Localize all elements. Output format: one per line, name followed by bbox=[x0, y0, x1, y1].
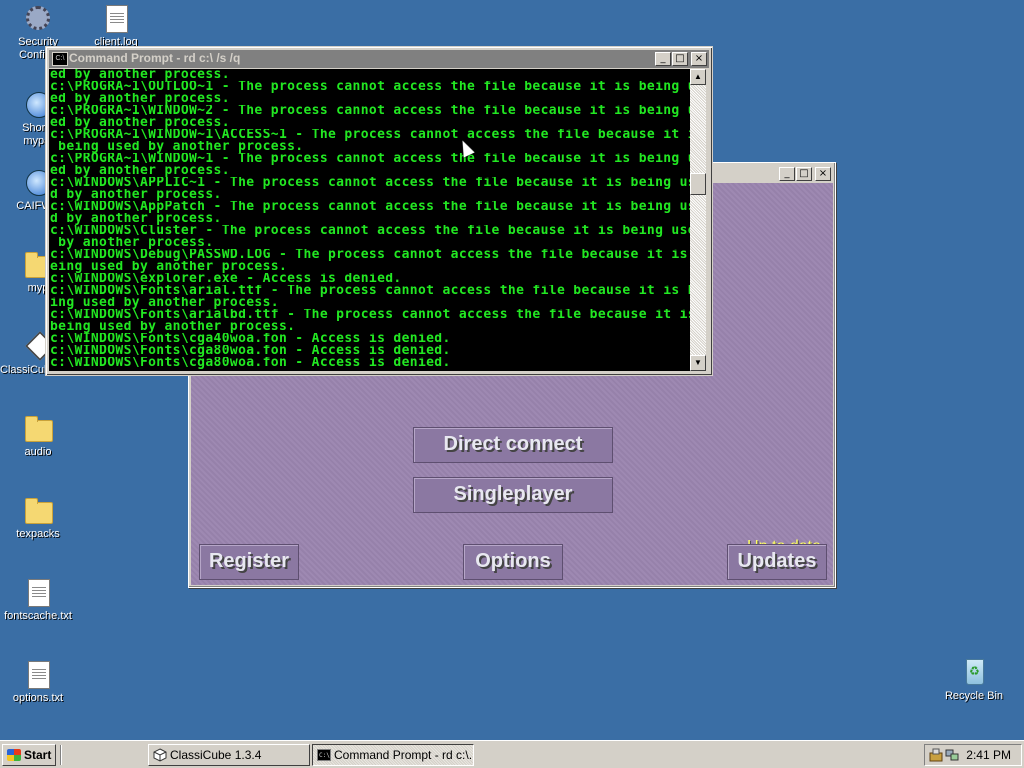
tray-network-icon[interactable] bbox=[945, 748, 959, 762]
doc-icon bbox=[22, 576, 54, 608]
clock[interactable]: 2:41 PM bbox=[966, 745, 1011, 765]
desktop-icon-label: audio bbox=[24, 446, 52, 458]
scroll-down-arrow-icon[interactable]: ▼ bbox=[690, 355, 706, 371]
tray-tools-icon[interactable] bbox=[929, 748, 943, 762]
fontscache-file-icon[interactable]: fontscache.txt bbox=[0, 576, 76, 623]
document-icon bbox=[100, 2, 132, 34]
singleplayer-button[interactable]: Singleplayer bbox=[413, 477, 613, 513]
audio-folder-icon[interactable]: audio bbox=[0, 412, 76, 459]
console-line: c:\PROGRA~1\WINDOW~2 - The process canno… bbox=[50, 105, 690, 117]
console-line: c:\WINDOWS\Cluster - The process cannot … bbox=[50, 225, 690, 237]
close-button[interactable]: × bbox=[691, 52, 707, 66]
console-line: c:\WINDOWS\Debug\PASSWD.LOG - The proces… bbox=[50, 249, 690, 261]
task-classicube[interactable]: ClassiCube 1.3.4 bbox=[148, 744, 310, 766]
console-line: ed by another process. bbox=[50, 69, 230, 81]
taskbar-separator bbox=[60, 745, 62, 765]
console-line: being used by another process. bbox=[50, 141, 304, 153]
taskbar: Start ClassiCube 1.3.4 C:\ Command Promp… bbox=[0, 740, 1024, 768]
folder-icon bbox=[22, 494, 54, 526]
console-line: d by another process. bbox=[50, 213, 222, 225]
console-line: c:\WINDOWS\Fonts\cga80woa.fon - Access i… bbox=[50, 357, 451, 369]
console-output[interactable]: ed by another process. c:\PROGRA~1\OUTLOO… bbox=[49, 69, 690, 371]
recycle-bin-glyph-icon bbox=[958, 656, 990, 688]
desktop-icon-label: fontscache.txt bbox=[4, 610, 72, 622]
task-classicube-label: ClassiCube 1.3.4 bbox=[170, 748, 262, 762]
console-line: c:\WINDOWS\Fonts\cga40woa.fon - Access i… bbox=[50, 333, 451, 345]
console-line: c:\WINDOWS\AppPatch - The process cannot… bbox=[50, 201, 690, 213]
console-line: eing used by another process. bbox=[50, 261, 288, 273]
direct-connect-button[interactable]: Direct connect bbox=[413, 427, 613, 463]
gear-icon bbox=[22, 2, 54, 34]
command-prompt-window[interactable]: C:\ Command Prompt - rd c:\ /s /q _ □ × … bbox=[45, 46, 713, 376]
command-prompt-titlebar[interactable]: C:\ Command Prompt - rd c:\ /s /q _ □ × bbox=[49, 50, 709, 68]
console-icon[interactable]: C:\ bbox=[52, 52, 68, 66]
start-label: Start bbox=[24, 748, 52, 762]
console-line: c:\WINDOWS\Fonts\cga80woa.fon - Access i… bbox=[50, 345, 451, 357]
task-command-prompt[interactable]: C:\ Command Prompt - rd c:\... bbox=[312, 744, 474, 766]
doc-icon bbox=[22, 658, 54, 690]
console-lines: ed by another process. c:\PROGRA~1\OUTLOO… bbox=[49, 69, 690, 369]
console-task-icon: C:\ bbox=[317, 749, 331, 761]
scroll-up-arrow-icon[interactable]: ▲ bbox=[690, 69, 706, 85]
classicube-task-icon bbox=[153, 748, 167, 762]
classicube-caption-buttons: _ □ × bbox=[778, 167, 831, 181]
console-line: c:\WINDOWS\APPLIC~1 - The process cannot… bbox=[50, 177, 690, 189]
maximize-button[interactable]: □ bbox=[672, 52, 688, 66]
start-button[interactable]: Start bbox=[2, 744, 56, 766]
system-tray: 2:41 PM bbox=[924, 744, 1022, 766]
console-line: d by another process. bbox=[50, 189, 222, 201]
console-line: being used by another process. bbox=[50, 321, 296, 333]
scroll-thumb[interactable] bbox=[690, 173, 706, 195]
recycle-bin-icon[interactable]: Recycle Bin bbox=[936, 656, 1012, 703]
client-log-file-icon[interactable]: client.log bbox=[78, 2, 154, 49]
console-line: c:\PROGRA~1\OUTLOO~1 - The process canno… bbox=[50, 81, 690, 93]
console-line: ed by another process. bbox=[50, 117, 230, 129]
minimize-button[interactable]: _ bbox=[655, 52, 671, 66]
minimize-button[interactable]: _ bbox=[779, 167, 795, 181]
updates-button[interactable]: Updates bbox=[727, 544, 827, 580]
console-line: c:\WINDOWS\explorer.exe - Access is deni… bbox=[50, 273, 402, 285]
windows-logo-icon bbox=[7, 749, 21, 761]
console-line: ed by another process. bbox=[50, 165, 230, 177]
console-line: by another process. bbox=[50, 237, 214, 249]
desktop-icon-label: options.txt bbox=[12, 692, 64, 704]
register-button[interactable]: Register bbox=[199, 544, 299, 580]
console-scrollbar[interactable]: ▲ ▼ bbox=[690, 69, 706, 371]
options-file-icon[interactable]: options.txt bbox=[0, 658, 76, 705]
svg-text:C:\: C:\ bbox=[319, 752, 330, 759]
maximize-button[interactable]: □ bbox=[796, 167, 812, 181]
desktop-icon-label: texpacks bbox=[16, 528, 60, 540]
texpacks-folder-icon[interactable]: texpacks bbox=[0, 494, 76, 541]
folder-icon bbox=[22, 412, 54, 444]
console-line: ing used by another process. bbox=[50, 297, 279, 309]
console-line: c:\WINDOWS\Fonts\arialbd.ttf - The proce… bbox=[50, 309, 690, 321]
options-button[interactable]: Options bbox=[463, 544, 563, 580]
console-line: c:\PROGRA~1\WINDOW~1\ACCESS~1 - The proc… bbox=[50, 129, 690, 141]
console-line: c:\WINDOWS\Fonts\arial.ttf - The process… bbox=[50, 285, 690, 297]
close-button[interactable]: × bbox=[815, 167, 831, 181]
task-command-prompt-label: Command Prompt - rd c:\... bbox=[334, 748, 474, 762]
console-line: c:\PROGRA~1\WINDOW~1 - The process canno… bbox=[50, 153, 690, 165]
command-prompt-caption-buttons: _ □ × bbox=[654, 52, 707, 66]
recycle-bin-label: Recycle Bin bbox=[944, 690, 1004, 702]
command-prompt-title: Command Prompt - rd c:\ /s /q bbox=[69, 51, 241, 65]
console-line: ed by another process. bbox=[50, 93, 230, 105]
